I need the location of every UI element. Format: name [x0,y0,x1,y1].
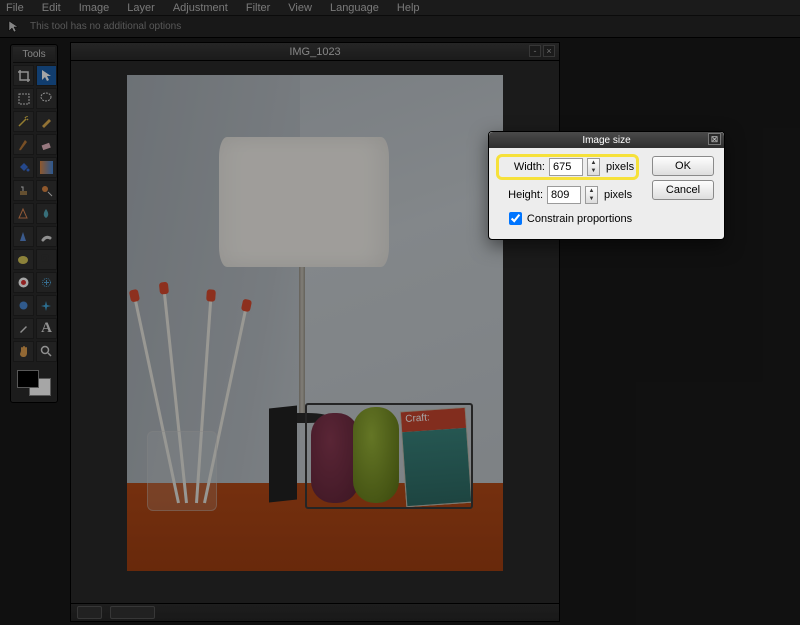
menu-adjustment[interactable]: Adjustment [173,2,228,14]
close-window-button[interactable]: × [543,45,555,57]
height-unit: pixels [604,189,632,201]
chevron-up-icon: ▲ [588,159,599,167]
sharpen-tool[interactable] [13,226,34,247]
minimize-window-button[interactable]: ‑ [529,45,541,57]
menu-file[interactable]: File [6,2,24,14]
type-tool[interactable]: A [36,318,57,339]
width-stepper[interactable]: ▲▼ [587,158,600,176]
chevron-down-icon: ▼ [588,167,599,175]
options-bar: This tool has no additional options [0,16,800,38]
eraser-tool[interactable] [36,134,57,155]
cancel-button[interactable]: Cancel [652,180,714,200]
foreground-color-swatch[interactable] [17,370,39,388]
document-titlebar[interactable]: IMG_1023 ‑ × [71,43,559,61]
dialog-close-button[interactable]: ⊠ [708,133,721,145]
document-window: IMG_1023 ‑ × [70,42,560,622]
drawing-tool[interactable] [13,203,34,224]
color-swatches[interactable] [13,366,55,400]
marquee-tool[interactable] [13,88,34,109]
tools-panel-title: Tools [13,47,55,63]
dialog-title: Image size [582,135,630,146]
chevron-down-icon: ▼ [586,195,597,203]
menu-edit[interactable]: Edit [42,2,61,14]
work-area: Tools A [0,38,800,625]
dialog-titlebar[interactable]: Image size ⊠ [489,132,724,148]
zoom-indicator[interactable] [77,606,102,619]
menu-bar: File Edit Image Layer Adjustment Filter … [0,0,800,16]
width-label: Width: [501,161,545,173]
pencil-tool[interactable] [36,111,57,132]
document-title: IMG_1023 [289,46,340,58]
height-input[interactable] [547,186,581,204]
wand-tool[interactable] [13,111,34,132]
pinch-tool[interactable] [36,295,57,316]
lasso-tool[interactable] [36,88,57,109]
paint-bucket-tool[interactable] [13,157,34,178]
chevron-up-icon: ▲ [586,187,597,195]
brush-tool[interactable] [13,134,34,155]
constrain-proportions-checkbox[interactable] [509,212,522,225]
status-info [110,606,155,619]
ok-button[interactable]: OK [652,156,714,176]
crop-tool[interactable] [13,65,34,86]
move-tool-icon [6,19,22,35]
tools-panel: Tools A [10,44,58,403]
width-input[interactable] [549,158,583,176]
menu-view[interactable]: View [288,2,312,14]
document-statusbar [71,603,559,621]
move-tool[interactable] [36,65,57,86]
menu-image[interactable]: Image [79,2,110,14]
spot-heal-tool[interactable] [36,272,57,293]
menu-layer[interactable]: Layer [127,2,155,14]
constrain-proportions-label: Constrain proportions [527,213,632,225]
color-replace-tool[interactable] [36,180,57,201]
zoom-tool[interactable] [36,341,57,362]
options-message: This tool has no additional options [30,21,181,32]
menu-help[interactable]: Help [397,2,420,14]
blur-tool[interactable] [36,203,57,224]
width-unit: pixels [606,161,634,173]
hand-tool[interactable] [13,341,34,362]
menu-language[interactable]: Language [330,2,379,14]
gradient-tool[interactable] [36,157,57,178]
eyedropper-tool[interactable] [13,318,34,339]
bloat-tool[interactable] [13,295,34,316]
menu-filter[interactable]: Filter [246,2,270,14]
red-eye-tool[interactable] [13,272,34,293]
dodge-tool[interactable] [36,249,57,270]
smudge-tool[interactable] [36,226,57,247]
height-label: Height: [499,189,543,201]
image-size-dialog: Image size ⊠ Width: ▲▼ pixels Height: ▲▼… [488,131,725,240]
document-image: Craft: [127,75,503,571]
height-stepper[interactable]: ▲▼ [585,186,598,204]
clone-stamp-tool[interactable] [13,180,34,201]
canvas-area[interactable]: Craft: [71,61,559,603]
sponge-tool[interactable] [13,249,34,270]
